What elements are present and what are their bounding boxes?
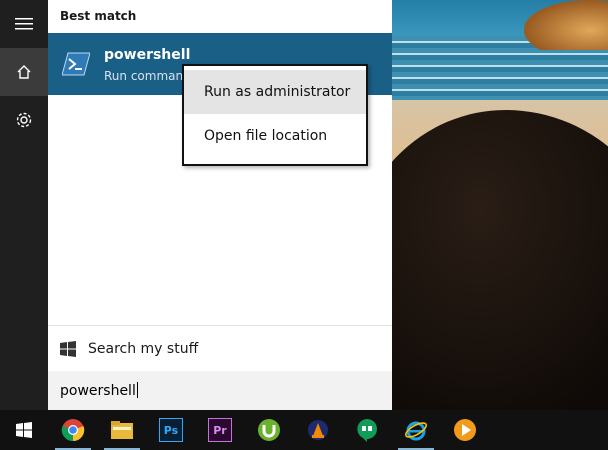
taskbar: Ps Pr bbox=[0, 410, 608, 450]
settings-button[interactable] bbox=[0, 96, 48, 144]
internet-explorer-icon bbox=[404, 421, 428, 441]
text-caret bbox=[136, 382, 138, 398]
wallpaper-boulder bbox=[392, 110, 608, 410]
taskbar-photoshop[interactable]: Ps bbox=[147, 410, 195, 450]
taskbar-internet-explorer[interactable] bbox=[392, 410, 440, 450]
menu-item-open-file-location[interactable]: Open file location bbox=[184, 114, 366, 158]
taskbar-chrome[interactable] bbox=[49, 410, 97, 450]
search-my-stuff-label: Search my stuff bbox=[88, 341, 199, 357]
taskbar-file-explorer[interactable] bbox=[98, 410, 146, 450]
result-subtitle: Run command bbox=[104, 69, 191, 83]
taskbar-media-player[interactable] bbox=[441, 410, 489, 450]
vlc-icon bbox=[308, 420, 328, 440]
utorrent-icon bbox=[258, 419, 280, 441]
result-title: powershell bbox=[104, 47, 191, 63]
start-icon bbox=[16, 422, 32, 438]
menu-button[interactable] bbox=[0, 0, 48, 48]
taskbar-premiere[interactable]: Pr bbox=[196, 410, 244, 450]
search-input[interactable]: powershell bbox=[48, 371, 392, 410]
premiere-icon: Pr bbox=[208, 418, 232, 442]
hamburger-icon bbox=[15, 18, 33, 30]
photoshop-icon: Ps bbox=[159, 418, 183, 442]
home-button[interactable] bbox=[0, 48, 48, 96]
best-match-heading: Best match bbox=[60, 9, 137, 23]
windows-logo-icon bbox=[60, 341, 76, 357]
context-menu: Run as administrator Open file location bbox=[182, 64, 368, 166]
search-input-value: powershell bbox=[60, 382, 138, 399]
wallpaper-rock bbox=[524, 0, 608, 50]
start-rail bbox=[0, 0, 48, 410]
gear-icon bbox=[16, 112, 32, 128]
desktop-wallpaper bbox=[392, 0, 608, 410]
start-button[interactable] bbox=[0, 410, 48, 450]
search-panel: Best match powershell Run command Search… bbox=[48, 0, 392, 410]
search-my-stuff-button[interactable]: Search my stuff bbox=[48, 325, 392, 372]
hangouts-icon bbox=[357, 419, 377, 442]
media-player-icon bbox=[454, 419, 476, 441]
taskbar-vlc[interactable] bbox=[294, 410, 342, 450]
powershell-icon bbox=[62, 52, 90, 76]
file-explorer-icon bbox=[111, 421, 133, 439]
taskbar-utorrent[interactable] bbox=[245, 410, 293, 450]
chrome-icon bbox=[61, 419, 85, 442]
menu-item-run-as-administrator[interactable]: Run as administrator bbox=[184, 70, 366, 114]
taskbar-hangouts[interactable] bbox=[343, 410, 391, 450]
home-icon bbox=[17, 65, 31, 79]
